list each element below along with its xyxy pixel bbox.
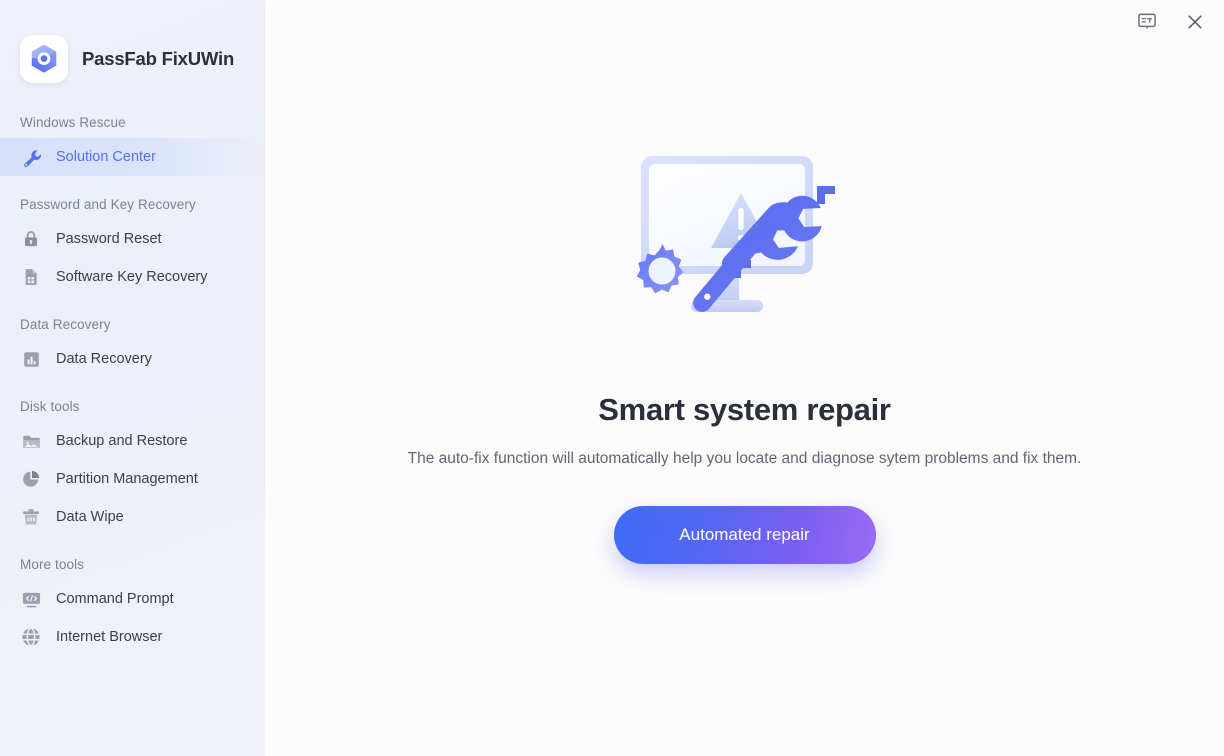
translate-speech-bubble-icon[interactable]	[1132, 7, 1162, 37]
bar-chart-icon	[20, 348, 42, 370]
sidebar-item-label: Password Reset	[56, 231, 162, 247]
nav-group-windows-rescue-label: Windows Rescue	[20, 115, 126, 130]
globe-icon	[20, 626, 42, 648]
lock-icon	[20, 228, 42, 250]
hexagon-bolt-logo-icon	[20, 35, 68, 83]
pie-chart-icon	[20, 468, 42, 490]
page-description: The auto-fix function will automatically…	[407, 450, 1082, 467]
nav-group-password-key-recovery-label: Password and Key Recovery	[20, 197, 196, 212]
page-title: Smart system repair	[598, 392, 891, 427]
sidebar: PassFab FixUWin Windows Rescue Solution …	[0, 0, 265, 756]
sidebar-item-label: Data Wipe	[56, 509, 124, 525]
nav-group-data-recovery-label: Data Recovery	[20, 317, 111, 332]
sidebar-item-backup-and-restore[interactable]: Backup and Restore	[0, 422, 265, 460]
main-content: Smart system repair The auto-fix functio…	[265, 0, 1224, 756]
terminal-code-icon	[20, 588, 42, 610]
sidebar-item-password-reset[interactable]: Password Reset	[0, 220, 265, 258]
sidebar-item-command-prompt[interactable]: Command Prompt	[0, 580, 265, 618]
nav-group-disk-tools-label: Disk tools	[20, 399, 80, 414]
sidebar-nav: Windows Rescue Solution Center Password …	[0, 88, 265, 656]
sidebar-item-label: Solution Center	[56, 149, 156, 165]
app-title: PassFab FixUWin	[82, 48, 235, 69]
sidebar-item-data-wipe[interactable]: Data Wipe	[0, 498, 265, 536]
sidebar-item-software-key-recovery[interactable]: Software Key Recovery	[0, 258, 265, 296]
sidebar-item-label: Data Recovery	[56, 351, 152, 367]
sidebar-item-solution-center[interactable]: Solution Center	[0, 138, 265, 176]
automated-repair-button[interactable]: Automated repair	[613, 506, 876, 564]
nav-group-more-tools-label: More tools	[20, 557, 85, 572]
hero-section: Smart system repair The auto-fix functio…	[265, 0, 1224, 564]
app-window: PassFab FixUWin Windows Rescue Solution …	[0, 0, 1224, 756]
folder-icon	[20, 430, 42, 452]
trash-icon	[20, 506, 42, 528]
wrench-icon	[20, 146, 42, 168]
sidebar-item-label: Partition Management	[56, 471, 198, 487]
sidebar-item-label: Backup and Restore	[56, 433, 188, 449]
sidebar-item-partition-management[interactable]: Partition Management	[0, 460, 265, 498]
document-key-icon	[20, 266, 42, 288]
sidebar-item-label: Command Prompt	[56, 591, 174, 607]
sidebar-item-internet-browser[interactable]: Internet Browser	[0, 618, 265, 656]
sidebar-item-label: Internet Browser	[56, 629, 163, 645]
monitor-warning-wrench-gear-illustration	[615, 148, 875, 348]
brand-header: PassFab FixUWin	[0, 0, 265, 88]
close-icon[interactable]	[1180, 7, 1210, 37]
sidebar-item-data-recovery[interactable]: Data Recovery	[0, 340, 265, 378]
sidebar-item-label: Software Key Recovery	[56, 269, 208, 285]
window-titlebar	[1132, 0, 1224, 44]
